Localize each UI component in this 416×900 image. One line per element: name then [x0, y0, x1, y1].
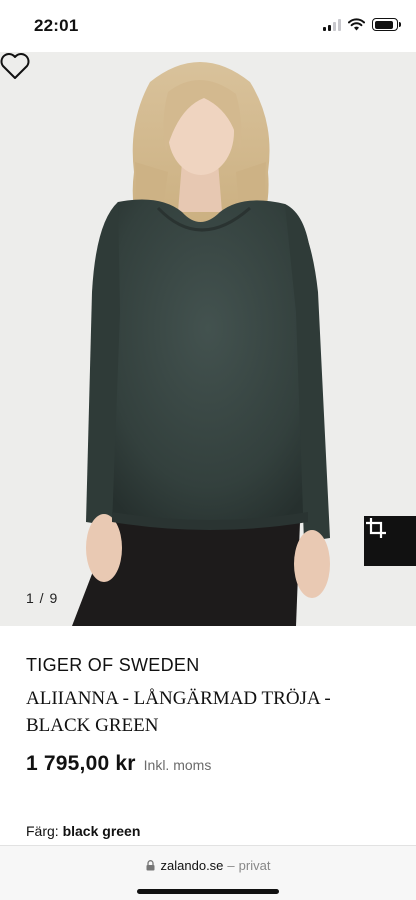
- url-domain: zalando.se: [160, 858, 224, 873]
- product-image-gallery[interactable]: 1 / 9: [0, 52, 416, 626]
- brand-name[interactable]: TIGER OF SWEDEN: [26, 655, 200, 676]
- cellular-signal-icon: [323, 18, 341, 31]
- heart-outline-icon[interactable]: [0, 52, 30, 80]
- url-separator: –: [227, 858, 235, 873]
- battery-icon: [372, 18, 401, 31]
- product-price: 1 795,00 kr: [26, 752, 136, 775]
- status-time: 22:01: [34, 16, 79, 35]
- gallery-counter: 1 / 9: [26, 590, 59, 606]
- lock-icon: [146, 860, 155, 871]
- color-label: Färg:: [26, 823, 59, 839]
- product-title: ALIIANNA - LÅNGÄRMAD TRÖJA - BLACK GREEN: [26, 688, 331, 736]
- vat-note: Inkl. moms: [143, 757, 212, 773]
- share-frame-icon: [366, 518, 386, 538]
- color-value: black green: [62, 823, 141, 839]
- url-display[interactable]: zalando.se – privat: [0, 858, 416, 873]
- share-button[interactable]: [364, 516, 416, 566]
- product-photo: [72, 62, 330, 626]
- home-indicator[interactable]: [137, 889, 279, 894]
- browsing-mode: privat: [238, 858, 271, 873]
- status-icons: [323, 18, 401, 31]
- wifi-icon: [348, 18, 365, 31]
- price-row: 1 795,00 kr Inkl. moms: [26, 752, 211, 776]
- status-bar: 22:01: [0, 0, 416, 52]
- battery-level: [374, 20, 394, 29]
- color-selector[interactable]: Färg: black green: [26, 823, 140, 839]
- browser-address-bar[interactable]: zalando.se – privat: [0, 845, 416, 900]
